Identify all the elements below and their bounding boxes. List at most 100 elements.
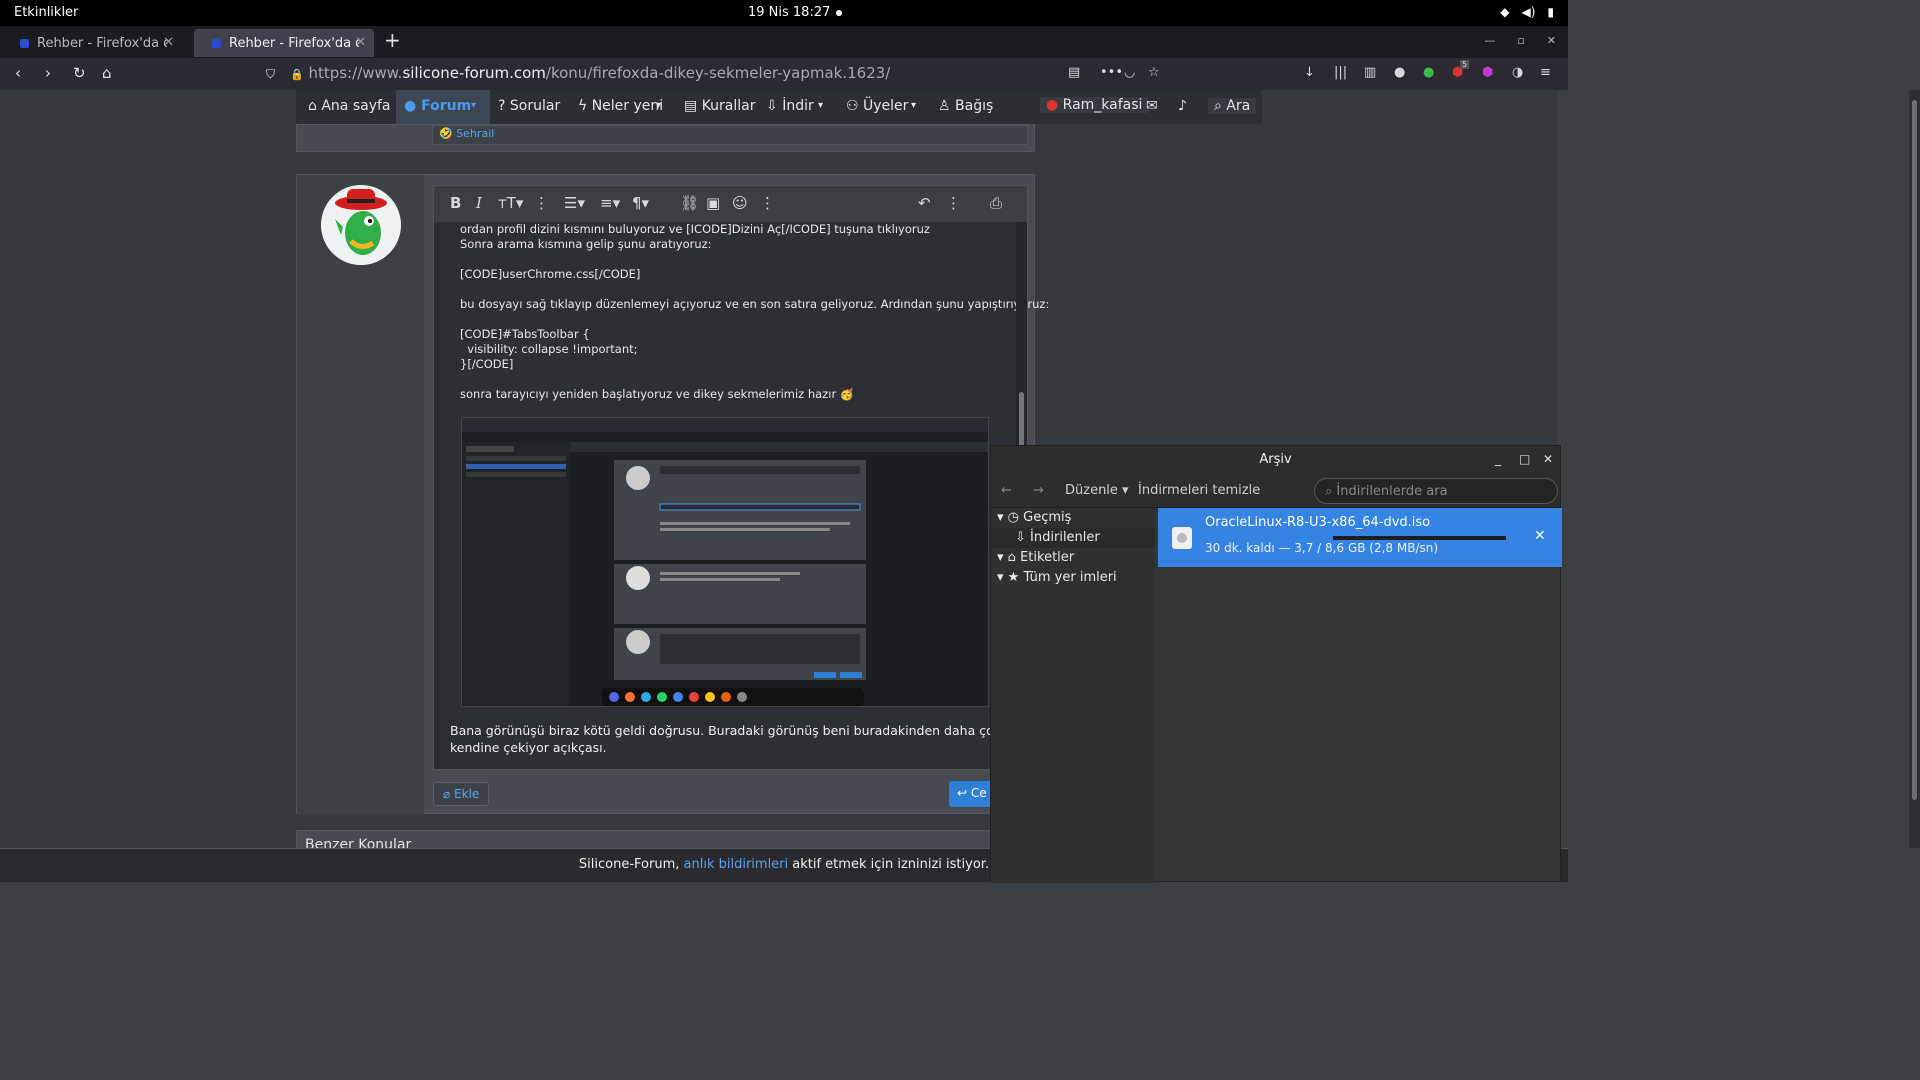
bold-icon[interactable]: B [450,194,461,212]
tree-item-history[interactable]: ▾ ◷ Geçmiş [991,508,1155,528]
italic-icon[interactable]: I [476,194,482,212]
chevron-down-icon[interactable]: ▾ [911,100,916,111]
nav-donate[interactable]: ♙ Bağış [938,98,993,114]
new-tab-button[interactable]: + [384,28,401,52]
browser-tab[interactable]: Rehber - Firefox'da d ✕ [2,29,182,57]
paragraph-icon[interactable]: ¶▾ [632,194,649,212]
extension-icon[interactable]: ◑ [1512,65,1523,80]
undo-icon[interactable]: ↶ [918,194,931,212]
user-sidebar [297,175,424,815]
nav-download[interactable]: ⇩ İndir [766,98,814,114]
nav-questions[interactable]: ? Sorular [498,98,560,114]
emoji-icon[interactable]: ☺ [732,194,748,212]
tree-item-tags[interactable]: ▾ ⌂ Etiketler [991,548,1155,568]
notification-link[interactable]: anlık bildirimleri [684,857,789,872]
page-scroll-thumb[interactable] [1912,100,1917,800]
bell-icon[interactable]: ♪ [1178,98,1187,114]
organize-menu[interactable]: Düzenle ▾ [1065,483,1129,498]
cancel-download-icon[interactable]: ✕ [1534,528,1546,544]
forward-icon[interactable]: › [45,64,51,82]
question-icon: ? [498,98,506,114]
more-options-icon[interactable]: ⋮ [534,194,549,212]
close-tab-icon[interactable]: ✕ [163,35,174,50]
expander-icon[interactable]: ▾ [997,510,1004,525]
user-menu[interactable]: ● Ram_kafasi [1040,97,1149,113]
tree-item-all-bookmarks[interactable]: ▾ ★ Tüm yer imleri [991,568,1155,588]
reload-icon[interactable]: ↻ [73,64,86,82]
align-icon[interactable]: ≡▾ [600,194,620,212]
avatar[interactable] [321,185,401,265]
url-bar[interactable]: 🔒 https://www.silicone-forum.com/konu/fi… [290,64,1060,86]
text-size-icon[interactable]: тT▾ [498,194,523,212]
browser-nav-bar: ‹ › ↻ ⌂ ⛉ 🔒 https://www.silicone-forum.c… [0,58,1568,90]
system-tray[interactable]: ◆ ◀) ▮ [1500,5,1554,19]
restore-icon[interactable]: ▫ [1517,34,1524,47]
embedded-screenshot-image [461,417,989,707]
sidebar-icon[interactable]: ▥ [1364,65,1376,80]
more-actions-icon[interactable]: ••• [1100,65,1123,80]
activities-button[interactable]: Etkinlikler [14,5,78,20]
extension-icon[interactable]: ⬢ [1482,65,1493,80]
download-filename: OracleLinux-R8-U3-x86_64-dvd.iso [1205,515,1431,530]
close-tab-icon[interactable]: ✕ [355,35,366,50]
editor-line: visibility: collapse !important; [460,342,638,356]
expander-icon[interactable]: ▾ [997,570,1004,585]
menu-icon[interactable]: ≡ [1540,65,1551,80]
more-options-icon[interactable]: ⋮ [760,194,775,212]
nav-home[interactable]: ⌂ Ana sayfa [308,98,391,114]
shield-icon[interactable]: ⛉ [266,67,275,82]
expander-icon[interactable]: ▾ [997,550,1004,565]
nav-rules[interactable]: ▤ Kurallar [684,98,756,114]
image-icon[interactable]: ▣ [706,194,720,212]
back-icon[interactable]: ‹ [15,64,21,82]
reply-button[interactable]: ↩ Ce [949,781,993,807]
browser-tab-active[interactable]: Rehber - Firefox'da d ✕ [194,29,374,57]
reaction-user-link[interactable]: 🤣 Sehrail [439,127,494,140]
pocket-icon[interactable]: ◡ [1124,65,1135,80]
tree-item-downloads[interactable]: ⇩ İndirilenler [991,528,1155,548]
downloads-icon[interactable]: ↓ [1304,65,1315,80]
disc-image-icon [1172,527,1192,549]
downloads-search-input[interactable]: ⌕ İndirilenlerde ara [1314,478,1558,504]
more-options-icon[interactable]: ⋮ [946,194,961,212]
tab-label: Rehber - Firefox'da d [37,35,167,51]
reply-text[interactable]: Bana görünüşü biraz kötü geldi doğrusu. … [450,722,1010,756]
favicon-icon [212,38,221,48]
preview-icon[interactable]: ⎙ [990,194,1002,212]
back-icon[interactable]: ← [1001,483,1012,498]
chevron-down-icon[interactable]: ▾ [656,100,661,111]
maximize-icon[interactable]: □ [1519,452,1530,466]
home-icon[interactable]: ⌂ [102,64,112,82]
chevron-down-icon[interactable]: ▾ [471,100,476,111]
library-icon[interactable]: ||| [1334,65,1347,80]
inbox-icon[interactable]: ✉ [1146,98,1158,114]
chevron-down-icon[interactable]: ▾ [818,100,823,111]
reader-view-icon[interactable]: ▤ [1068,65,1080,80]
account-icon[interactable]: ● [1394,65,1405,80]
clear-downloads-button[interactable]: İndirmeleri temizle [1138,483,1260,498]
similar-threads-header: Benzer Konular [296,830,996,848]
close-window-icon[interactable]: ✕ [1547,34,1556,47]
scroll-thumb[interactable] [1019,392,1024,452]
forward-icon[interactable]: → [1033,483,1044,498]
clock[interactable]: 19 Nis 18:27 [748,5,830,20]
tag-icon: ⌂ [1007,550,1016,565]
minimize-icon[interactable]: — [1484,34,1495,47]
bookmark-star-icon[interactable]: ☆ [1148,65,1160,80]
editor-line: sonra tarayıcıyı yeniden başlatıyoruz ve… [460,387,855,401]
close-window-icon[interactable]: ✕ [1543,452,1553,466]
notification-text: aktif etmek için izninizi istiyor. [788,857,990,872]
nav-whats-new[interactable]: ϟ Neler yeni [578,98,663,114]
attach-button[interactable]: ⌀ Ekle [433,782,489,806]
link-icon[interactable]: ⛓ [680,194,699,212]
reply-post: B I тT▾ ⋮ ☰▾ ≡▾ ¶▾ ⛓ ▣ ☺ ⋮ ↶ ⋮ ⎙ ordan p… [296,174,1049,815]
page-scrollbar[interactable] [1909,90,1920,848]
nav-members[interactable]: ⚇ Üyeler [846,98,908,114]
nav-forum[interactable]: ● Forum [404,98,471,114]
message-editor[interactable]: B I тT▾ ⋮ ☰▾ ≡▾ ¶▾ ⛓ ▣ ☺ ⋮ ↶ ⋮ ⎙ ordan p… [433,185,1049,770]
download-item[interactable]: OracleLinux-R8-U3-x86_64-dvd.iso 30 dk. … [1158,508,1562,567]
minimize-icon[interactable]: _ [1495,452,1501,466]
search-button[interactable]: ⌕ Ara [1208,98,1257,114]
list-icon[interactable]: ☰▾ [564,194,585,212]
extension-icon[interactable]: ● [1423,65,1434,80]
